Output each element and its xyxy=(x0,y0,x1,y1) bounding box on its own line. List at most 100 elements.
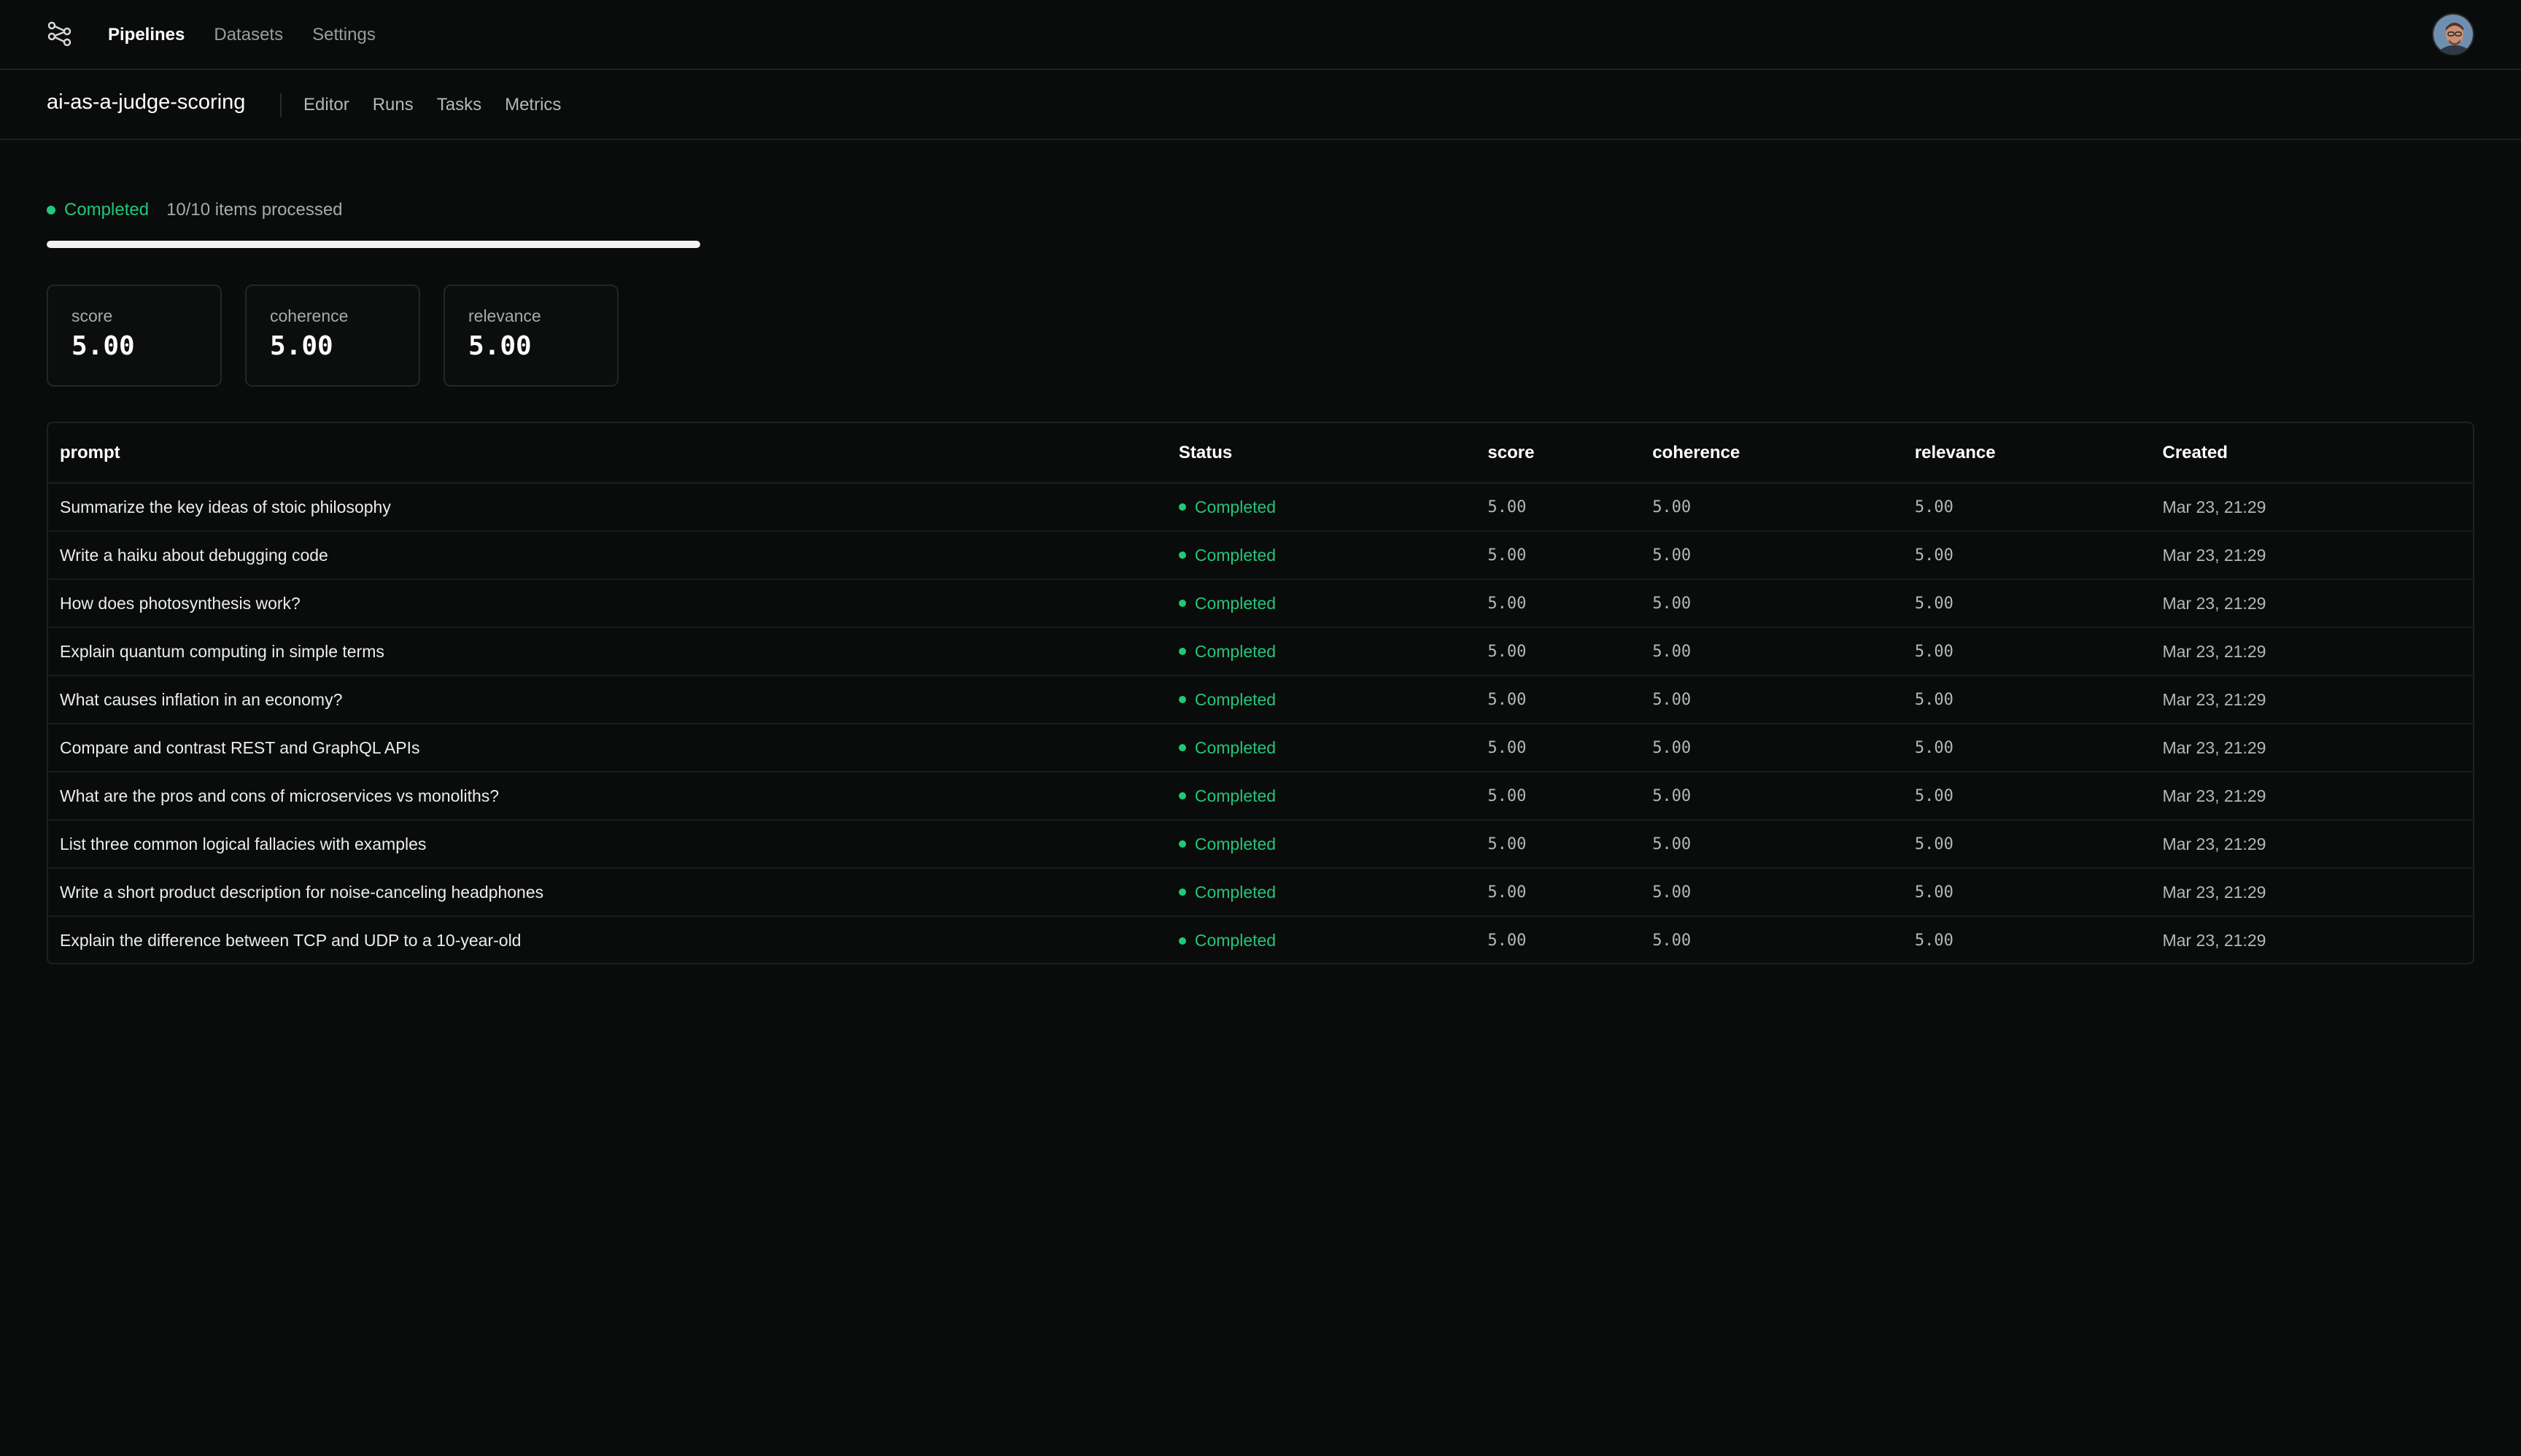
status-dot-icon xyxy=(1178,600,1186,607)
pipeline-graph-icon[interactable] xyxy=(47,20,73,47)
cell-created: Mar 23, 21:29 xyxy=(2150,627,2473,676)
progress-bar-fill xyxy=(47,241,700,248)
table-header-row: prompt Status score coherence relevance … xyxy=(48,423,2473,484)
cell-coherence: 5.00 xyxy=(1641,868,1903,917)
cell-relevance: 5.00 xyxy=(1902,724,2151,772)
column-header-coherence[interactable]: coherence xyxy=(1641,423,1903,484)
metric-card-relevance: relevance 5.00 xyxy=(444,284,619,387)
status-dot-icon xyxy=(1178,888,1186,896)
run-status-label: Completed xyxy=(64,200,150,220)
status-label: Completed xyxy=(1194,593,1277,613)
top-navbar: Pipelines Datasets Settings xyxy=(0,0,2521,70)
table-row[interactable]: Explain the difference between TCP and U… xyxy=(48,916,2473,963)
status-dot-icon xyxy=(1178,551,1186,559)
table-row[interactable]: Summarize the key ideas of stoic philoso… xyxy=(48,483,2473,532)
user-avatar[interactable] xyxy=(2432,13,2474,55)
cell-prompt: Summarize the key ideas of stoic philoso… xyxy=(48,483,1167,532)
cell-coherence: 5.00 xyxy=(1641,627,1903,676)
column-header-score[interactable]: score xyxy=(1476,423,1641,484)
cell-coherence: 5.00 xyxy=(1641,724,1903,772)
run-status: Completed 10/10 items processed xyxy=(47,200,343,220)
cell-score: 5.00 xyxy=(1476,483,1641,532)
cell-created: Mar 23, 21:29 xyxy=(2150,579,2473,628)
tab-editor[interactable]: Editor xyxy=(303,95,349,115)
cell-coherence: 5.00 xyxy=(1641,579,1903,628)
status-label: Completed xyxy=(1194,882,1277,902)
cell-relevance: 5.00 xyxy=(1902,531,2151,580)
table-row[interactable]: How does photosynthesis work? Completed 5.… xyxy=(48,579,2473,628)
cell-relevance: 5.00 xyxy=(1902,820,2151,869)
cell-score: 5.00 xyxy=(1476,531,1641,580)
nav-datasets[interactable]: Datasets xyxy=(214,25,283,45)
tab-metrics[interactable]: Metrics xyxy=(505,95,561,115)
status-dot-icon xyxy=(1178,744,1186,751)
status-label: Completed xyxy=(1194,737,1277,757)
cell-coherence: 5.00 xyxy=(1652,932,1692,950)
column-header-status[interactable]: Status xyxy=(1166,423,1476,484)
cell-score: 5.00 xyxy=(1476,820,1641,869)
cell-prompt: Compare and contrast REST and GraphQL AP… xyxy=(48,724,1167,772)
nav-pipelines[interactable]: Pipelines xyxy=(108,25,185,45)
table-row[interactable]: What are the pros and cons of microservi… xyxy=(48,772,2473,821)
nav-settings[interactable]: Settings xyxy=(312,25,376,45)
avatar-image xyxy=(2433,15,2473,54)
cell-relevance: 5.00 xyxy=(1914,932,1953,950)
subnav-divider xyxy=(280,93,282,117)
column-header-created[interactable]: Created xyxy=(2150,423,2473,484)
cell-score: 5.00 xyxy=(1476,868,1641,917)
table-row[interactable]: Write a short product description for no… xyxy=(48,868,2473,917)
cell-relevance: 5.00 xyxy=(1902,772,2151,821)
column-header-prompt[interactable]: prompt xyxy=(48,423,1167,484)
metric-value: 5.00 xyxy=(71,331,135,361)
cell-created: Mar 23, 21:29 xyxy=(2162,931,2266,950)
status-dot-icon xyxy=(1178,696,1186,703)
cell-coherence: 5.00 xyxy=(1641,531,1903,580)
metric-card-score: score 5.00 xyxy=(47,284,222,387)
tab-runs[interactable]: Runs xyxy=(373,95,414,115)
column-header-relevance[interactable]: relevance xyxy=(1902,423,2151,484)
cell-prompt: Explain quantum computing in simple term… xyxy=(48,627,1167,676)
cell-created: Mar 23, 21:29 xyxy=(2150,675,2473,724)
table-row[interactable]: Explain quantum computing in simple term… xyxy=(48,627,2473,676)
metric-label: score xyxy=(71,306,113,325)
results-table: prompt Status score coherence relevance … xyxy=(47,422,2474,964)
cell-status: Completed xyxy=(1166,483,1476,532)
table-row[interactable]: Compare and contrast REST and GraphQL AP… xyxy=(48,724,2473,772)
cell-status: Completed xyxy=(1166,627,1476,676)
tab-tasks[interactable]: Tasks xyxy=(437,95,481,115)
cell-prompt: Explain the difference between TCP and U… xyxy=(60,931,522,950)
cell-coherence: 5.00 xyxy=(1641,483,1903,532)
cell-coherence: 5.00 xyxy=(1641,675,1903,724)
pipeline-subnav: ai-as-a-judge-scoring Editor Runs Tasks … xyxy=(0,70,2521,140)
cell-created: Mar 23, 21:29 xyxy=(2150,772,2473,821)
cell-coherence: 5.00 xyxy=(1641,820,1903,869)
cell-score: 5.00 xyxy=(1476,772,1641,821)
cell-created: Mar 23, 21:29 xyxy=(2150,868,2473,917)
status-label: Completed xyxy=(1194,497,1277,516)
cell-created: Mar 23, 21:29 xyxy=(2150,724,2473,772)
cell-status: Completed xyxy=(1166,868,1476,917)
status-dot-icon xyxy=(1178,792,1186,799)
metric-value: 5.00 xyxy=(270,331,333,361)
cell-relevance: 5.00 xyxy=(1902,579,2151,628)
status-label: Completed xyxy=(1194,641,1277,661)
table-row[interactable]: Write a haiku about debugging code Comple… xyxy=(48,531,2473,580)
cell-status: Completed xyxy=(1166,675,1476,724)
cell-created: Mar 23, 21:29 xyxy=(2150,531,2473,580)
status-dot-icon xyxy=(1178,503,1186,511)
status-label: Completed xyxy=(1194,834,1277,853)
cell-coherence: 5.00 xyxy=(1641,772,1903,821)
cell-prompt: Write a haiku about debugging code xyxy=(48,531,1167,580)
cell-relevance: 5.00 xyxy=(1902,483,2151,532)
cell-prompt: What causes inflation in an economy? xyxy=(48,675,1167,724)
cell-status: Completed xyxy=(1166,531,1476,580)
cell-created: Mar 23, 21:29 xyxy=(2150,483,2473,532)
cell-status: Completed xyxy=(1166,579,1476,628)
cell-relevance: 5.00 xyxy=(1902,675,2151,724)
cell-status: Completed xyxy=(1167,916,1476,963)
metric-label: relevance xyxy=(468,306,541,325)
table-row[interactable]: What causes inflation in an economy? Comp… xyxy=(48,675,2473,724)
status-dot-icon xyxy=(47,206,55,214)
table-row[interactable]: List three common logical fallacies with… xyxy=(48,820,2473,869)
cell-score: 5.00 xyxy=(1476,675,1641,724)
